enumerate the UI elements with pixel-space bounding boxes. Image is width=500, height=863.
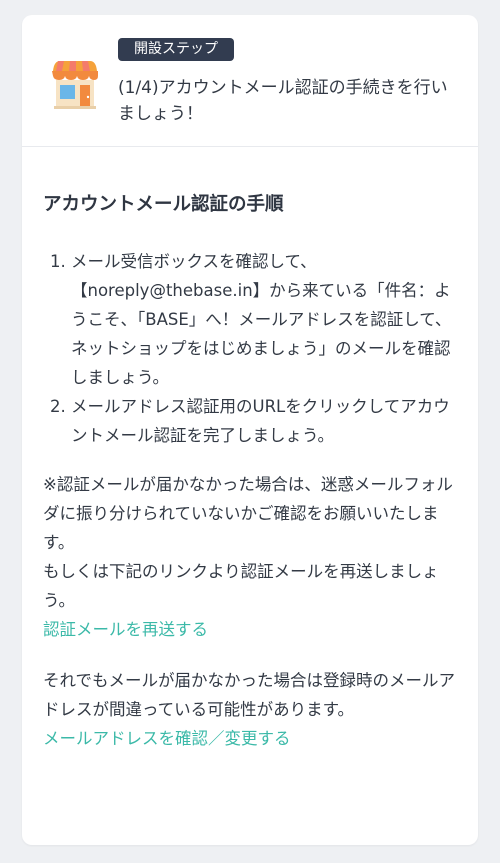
section-title: アカウントメール認証の手順 <box>43 194 284 215</box>
note-line-spam: ※認証メールが届かなかった場合は、迷惑メールフォルダに振り分けられていないかご確… <box>43 475 453 552</box>
step-badge: 開設ステップ <box>118 38 234 61</box>
step-item-2: メールアドレス認証用のURLをクリックしてアカウントメール認証を完了しましょう。 <box>71 392 458 450</box>
header-title: (1/4)アカウントメール認証の手続きを行いましょう！ <box>118 78 448 124</box>
shop-icon <box>52 61 98 109</box>
card-body: アカウントメール認証の手順 メール受信ボックスを確認して、【noreply@th… <box>22 147 478 753</box>
change-email-link[interactable]: メールアドレスを確認／変更する <box>43 724 291 753</box>
resend-email-link[interactable]: 認証メールを再送する <box>43 615 208 644</box>
note-line-wrong-address: それでもメールが届かなかった場合は登録時のメールアドレスが間違っている可能性があ… <box>43 671 456 719</box>
note-block-change: それでもメールが届かなかった場合は登録時のメールアドレスが間違っている可能性があ… <box>43 666 458 753</box>
note-block: ※認証メールが届かなかった場合は、迷惑メールフォルダに振り分けられていないかご確… <box>43 470 458 644</box>
steps-list: メール受信ボックスを確認して、【noreply@thebase.in】から来てい… <box>43 247 458 450</box>
step-item-1: メール受信ボックスを確認して、【noreply@thebase.in】から来てい… <box>71 247 458 392</box>
note-line-resend: もしくは下記のリンクより認証メールを再送しましょう。 <box>43 562 439 610</box>
onboarding-card: 開設ステップ (1/4)アカウントメール認証の手続きを行いましょう！ アカウント… <box>22 15 478 845</box>
card-header: 開設ステップ (1/4)アカウントメール認証の手続きを行いましょう！ <box>22 15 478 147</box>
